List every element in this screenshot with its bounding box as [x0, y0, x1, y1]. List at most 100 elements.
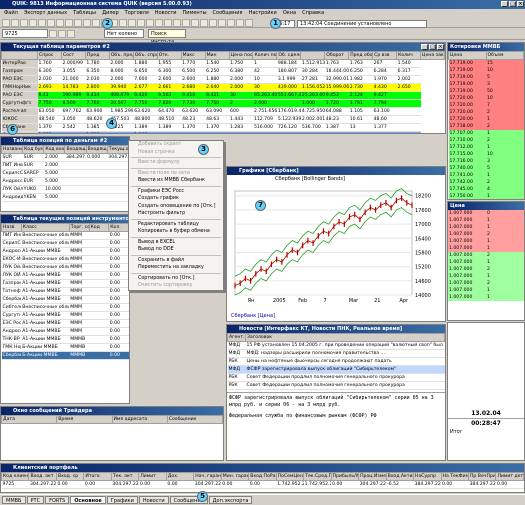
quote-row[interactable]: 17.712.00 1: [448, 144, 524, 151]
account-select[interactable]: 9725: [2, 29, 48, 38]
news-row[interactable]: МФД МФД: надзоры расширили полномочия пра…: [227, 349, 445, 358]
col-header[interactable]: Вход. ср: [55, 472, 85, 481]
quote-row[interactable]: 1.007.000 1: [448, 259, 524, 266]
col-header[interactable]: Класс: [20, 223, 70, 232]
tool-icon[interactable]: [137, 18, 145, 27]
col-header[interactable]: Оборот: [324, 51, 350, 60]
tool-icon[interactable]: [58, 29, 66, 38]
news-row[interactable]: МФД 15 РФ установлен 15.04.2005 г. при пр…: [227, 341, 445, 350]
tool-icon[interactable]: [83, 18, 91, 27]
table-row[interactable]: СбербанкА1-Акции ММВБМММ 0.00: [1, 295, 129, 304]
col-header[interactable]: Мин: [204, 51, 230, 60]
quote-row[interactable]: 1.007.000 0: [448, 210, 524, 217]
col-header[interactable]: Сообщение: [166, 415, 223, 424]
context-menu-item[interactable]: Ввести поле по сети: [129, 170, 223, 178]
table-row[interactable]: Андросс А1-Акции ММВБ МММ 0.00: [1, 247, 129, 256]
table-row[interactable]: Газпром 6.300 3.055 6.350 8.000 6.650 6.300 6.5…: [1, 67, 445, 76]
col-header[interactable]: Цена: [448, 51, 487, 60]
col-header[interactable]: Цена закр: [420, 51, 445, 60]
col-header[interactable]: Тек.Сред.ПоРаз: [303, 472, 332, 481]
col-header[interactable]: Пр ВечПрибыль: [467, 472, 497, 481]
tool-icon[interactable]: [11, 18, 19, 27]
col-header[interactable]: Код клиента: [1, 472, 30, 481]
news-row[interactable]: РБК Совет Федерации продлил полномочия ге…: [227, 381, 445, 390]
menu-item[interactable]: Справка: [302, 9, 324, 18]
col-header[interactable]: Сост: [60, 51, 86, 60]
col-header[interactable]: [1, 51, 38, 60]
col-header[interactable]: Мин. гарант: [220, 472, 250, 481]
tool-icon[interactable]: [38, 18, 46, 27]
col-header[interactable]: Название бум: [1, 145, 24, 154]
tool-icon[interactable]: [20, 18, 28, 27]
table-row[interactable]: СибТел1.1001.1101.100: [1, 131, 445, 133]
col-header[interactable]: Код вход: [43, 145, 66, 154]
table-row[interactable]: Андроид YKEN 5.000: [1, 193, 129, 202]
quote-row[interactable]: 1.007.000 2: [448, 266, 524, 273]
context-menu-item[interactable]: Создать график: [129, 195, 223, 203]
table-row[interactable]: Андросс А1-Акции ММВБ МММ 0.00: [1, 327, 129, 336]
quote-row[interactable]: 17.719.00 5: [448, 74, 524, 81]
table-row[interactable]: ТНК-ВР А1-Акции ММВБ МММВ 0.00: [1, 335, 129, 344]
tool-icon[interactable]: [236, 18, 244, 27]
mode-select[interactable]: Нет колено: [104, 29, 144, 38]
tool-icon[interactable]: [74, 18, 82, 27]
table-row[interactable]: ЕЭС РоссА1-Акции ММВБМММ 0.00: [1, 319, 129, 328]
col-header[interactable]: Заголовок: [245, 333, 445, 342]
col-header[interactable]: Отк.: [156, 51, 182, 60]
table-row[interactable]: Ростел-ап 63.050 697.762 63.900 1.985.299 63.…: [1, 107, 445, 116]
quote-row[interactable]: 1.007.000 1: [448, 273, 524, 280]
tab-4[interactable]: Графики: [106, 495, 138, 504]
table-row[interactable]: СургутнфгзА1-Акции ММВБМММ 0.00: [1, 311, 129, 320]
quote-row[interactable]: 1.007.000 2: [448, 252, 524, 259]
context-menu-item[interactable]: Создать оповещение по [Отк.]: [129, 203, 223, 211]
menu-item[interactable]: Пименты: [183, 9, 207, 18]
col-header[interactable]: Макс: [180, 51, 206, 60]
quote-row[interactable]: 17.742.00 2: [448, 179, 524, 186]
table-row[interactable]: СкрипсСетSAREP5.000: [1, 169, 129, 178]
col-header[interactable]: Дох.: [165, 472, 195, 481]
quote-row[interactable]: 17.719.00 3: [448, 81, 524, 88]
tool-icon[interactable]: [56, 18, 64, 27]
col-header[interactable]: Вход. акт: [28, 472, 57, 481]
context-menu-item[interactable]: Настроить фильтр: [129, 210, 223, 218]
tab-0[interactable]: ММВБ: [2, 495, 26, 504]
quote-row[interactable]: 1.007.000 1: [448, 287, 524, 294]
quote-row[interactable]: 17.745.00 4: [448, 186, 524, 193]
tool-icon[interactable]: [191, 18, 199, 27]
tool-icon[interactable]: [218, 18, 226, 27]
menu-item[interactable]: Новости: [155, 9, 177, 18]
col-header[interactable]: Объ. предл: [108, 51, 134, 60]
news-row[interactable]: МФД ФСФР зарегистрировала выпуск облигаци…: [227, 365, 445, 374]
table-row[interactable]: Андросс EUR 5.000: [1, 177, 129, 186]
menu-item[interactable]: Окна: [283, 9, 296, 18]
news-row[interactable]: РБК Совет Федерации продлил полномочия ге…: [227, 373, 445, 382]
context-menu-item[interactable]: Вывод по DDE: [129, 246, 223, 254]
tool-icon[interactable]: [29, 18, 37, 27]
table-row[interactable]: SURSUR2.000384.297.220.000304.297.22: [1, 153, 129, 162]
col-header[interactable]: Цена посл: [228, 51, 254, 60]
col-header[interactable]: Текущ.остаток: [106, 145, 129, 154]
quote-row[interactable]: 17.716.00 3: [448, 158, 524, 165]
close-icon[interactable]: ×: [437, 44, 444, 50]
quote-row[interactable]: 17.718.00 2: [448, 123, 524, 130]
col-header[interactable]: Агент.: [227, 333, 246, 342]
col-header[interactable]: Колич посл: [252, 51, 278, 60]
table-row[interactable]: ЮКОС 48.540 3.050 48.620 457.503 48.800 48.510…: [1, 115, 445, 124]
table-row[interactable]: СбербанкБ-Акции ММВБМММВ 0.00: [1, 351, 129, 360]
table-row[interactable]: ПИТ ИнвестВнесписочные облигацМММ 0.00: [1, 231, 129, 240]
quote-row[interactable]: 17.720.00 1: [448, 116, 524, 123]
quote-row[interactable]: 17.710.00 2: [448, 137, 524, 144]
menu-item[interactable]: Экспорт данных: [24, 9, 67, 18]
quote-row[interactable]: 1.007.000 1: [448, 245, 524, 252]
tab-1[interactable]: РТС: [26, 495, 45, 504]
col-header[interactable]: Торг. сессия: [68, 223, 90, 232]
tool-icon[interactable]: [182, 18, 190, 27]
table-row[interactable]: ЛУК ОЙЛА1-Акции ММВБМММ 0.00: [1, 271, 129, 280]
col-header[interactable]: Вход.ПоРаз: [248, 472, 277, 481]
tool-icon[interactable]: [173, 18, 181, 27]
context-menu-item[interactable]: Графики ЕЭС Росс: [129, 188, 223, 196]
col-header[interactable]: Ср взв: [372, 51, 398, 60]
minimize-icon[interactable]: _: [501, 1, 508, 7]
context-menu-item[interactable]: Копировать в буфер обмена: [129, 228, 223, 236]
quote-row[interactable]: 17.741.00 1: [448, 172, 524, 179]
